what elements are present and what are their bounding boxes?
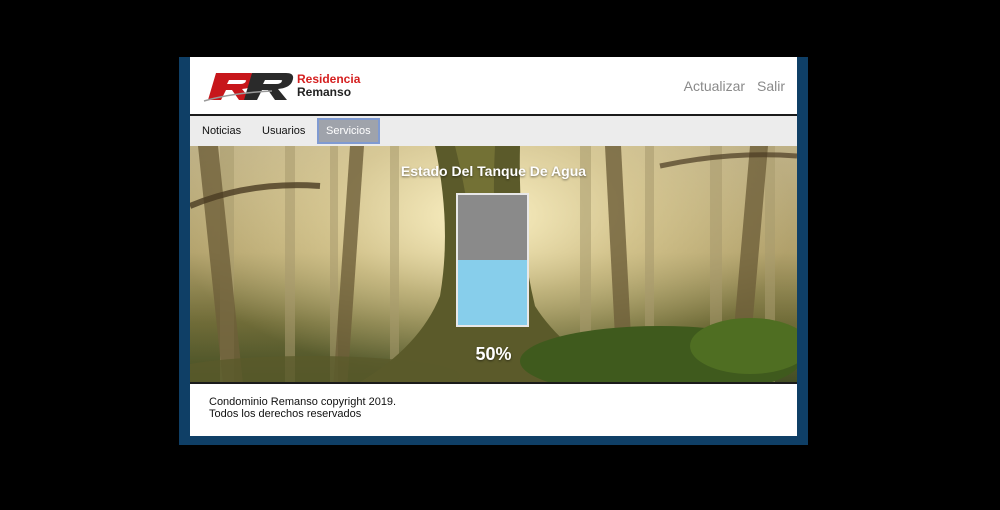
logo-text: Residencia Remanso	[297, 73, 360, 99]
forest-background: Estado Del Tanque De Agua 50%	[190, 146, 797, 382]
header: Residencia Remanso Actualizar Salir	[190, 57, 797, 114]
logo-line2: Remanso	[297, 85, 352, 99]
water-level-percent: 50%	[475, 344, 512, 364]
water-level-fill	[458, 260, 527, 325]
water-tank-gauge	[456, 193, 529, 327]
tab-usuarios[interactable]: Usuarios	[255, 120, 312, 142]
rights-text: Todos los derechos reservados	[209, 408, 362, 420]
footer: Condominio Remanso copyright 2019. Todos…	[209, 396, 396, 420]
nav-tabs: Noticias Usuarios Servicios	[190, 116, 797, 146]
copyright-text: Condominio Remanso copyright 2019.	[209, 396, 397, 408]
tab-servicios[interactable]: Servicios	[317, 118, 380, 144]
logo: Residencia Remanso	[202, 71, 362, 105]
tank-title: Estado Del Tanque De Agua	[400, 163, 587, 179]
logout-link[interactable]: Salir	[757, 78, 785, 94]
rr-logo-icon	[203, 73, 294, 102]
refresh-link[interactable]: Actualizar	[684, 78, 745, 94]
tab-noticias[interactable]: Noticias	[195, 120, 248, 142]
header-links: Actualizar Salir	[676, 78, 785, 94]
footer-divider	[190, 382, 797, 384]
app-panel: Residencia Remanso Actualizar Salir Noti…	[190, 57, 797, 436]
